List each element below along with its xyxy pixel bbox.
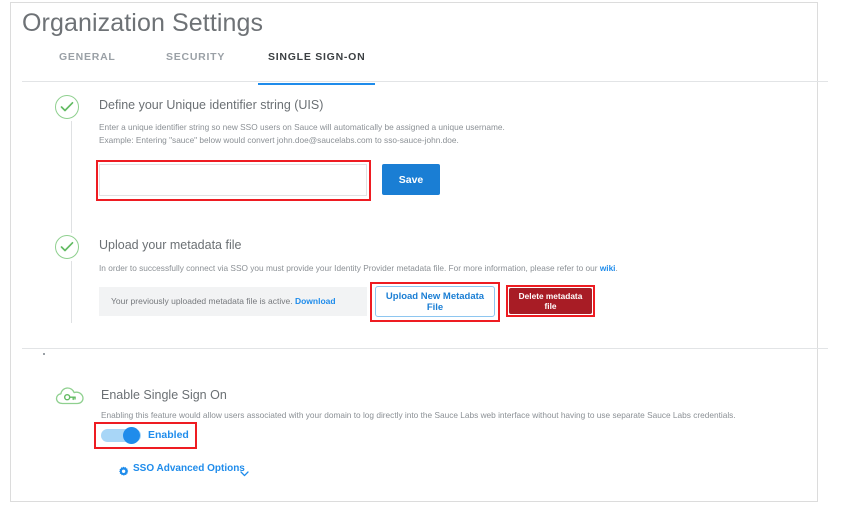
gear-glyph: [119, 466, 129, 476]
step-connector-line: [71, 121, 72, 233]
panel-divider: [22, 348, 828, 349]
tab-bar-divider: [22, 81, 828, 82]
save-button[interactable]: Save: [382, 164, 440, 195]
tab-general[interactable]: GENERAL: [59, 51, 116, 85]
enable-sso-toggle[interactable]: [101, 427, 143, 444]
gear-icon: [118, 464, 129, 482]
metadata-status-strip: Your previously uploaded metadata file i…: [99, 287, 367, 316]
metadata-body-text: In order to successfully connect via SSO…: [99, 263, 600, 273]
tab-bar: GENERAL SECURITY SINGLE SIGN-ON: [11, 51, 817, 85]
chevron-down-icon: [240, 465, 249, 483]
enable-sso-section-body: Enabling this feature would allow users …: [101, 410, 736, 420]
metadata-section-body: In order to successfully connect via SSO…: [99, 262, 618, 275]
chevron-down-glyph: [240, 471, 249, 477]
organization-settings-card: Organization Settings GENERAL SECURITY S…: [10, 2, 828, 502]
uis-section-body-line2: Example: Entering "sauce" below would co…: [99, 135, 459, 145]
enable-sso-section-title: Enable Single Sign On: [101, 388, 227, 402]
uis-input[interactable]: [99, 164, 367, 196]
cloud-key-glyph: [55, 387, 84, 405]
tab-security[interactable]: SECURITY: [166, 51, 225, 85]
metadata-section-title: Upload your metadata file: [99, 238, 242, 252]
metadata-status-text: Your previously uploaded metadata file i…: [111, 296, 336, 306]
cloud-key-icon: [55, 385, 85, 414]
sso-advanced-options-label: SSO Advanced Options: [133, 463, 245, 474]
step-complete-check-icon-uis: [55, 95, 79, 119]
uis-section-body-line1: Enter a unique identifier string so new …: [99, 122, 505, 132]
toggle-state-label: Enabled: [148, 429, 189, 441]
wiki-link[interactable]: wiki: [600, 263, 616, 273]
delete-metadata-file-button[interactable]: Delete metadata file: [509, 288, 592, 314]
download-link[interactable]: Download: [295, 296, 336, 306]
check-icon: [60, 101, 74, 112]
bullet-dot: [43, 353, 45, 355]
toggle-knob: [123, 427, 140, 444]
step-complete-check-icon-metadata: [55, 235, 79, 259]
check-icon: [60, 241, 74, 252]
uis-section-title: Define your Unique identifier string (UI…: [99, 98, 324, 112]
metadata-status-label: Your previously uploaded metadata file i…: [111, 296, 295, 306]
page-title: Organization Settings: [22, 9, 264, 37]
upload-new-metadata-file-button[interactable]: Upload New Metadata File: [375, 286, 495, 317]
tab-single-sign-on[interactable]: SINGLE SIGN-ON: [257, 51, 376, 85]
step-connector-line-lower: [71, 261, 72, 323]
metadata-body-tail: .: [615, 263, 618, 273]
